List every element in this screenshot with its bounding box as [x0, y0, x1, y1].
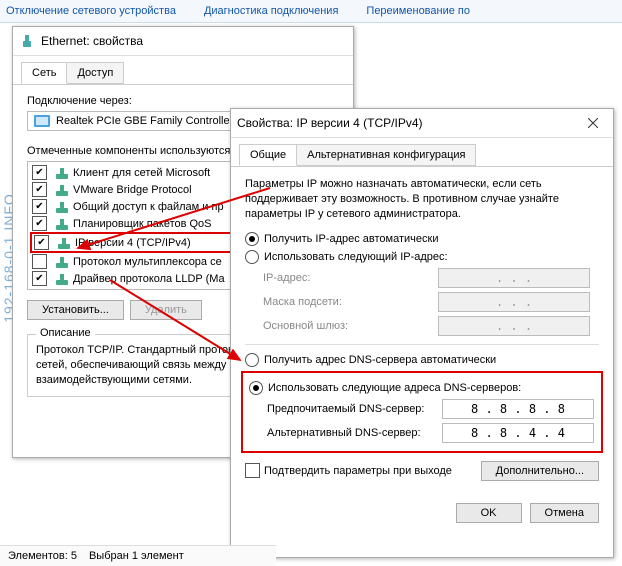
checkbox[interactable] [32, 165, 47, 180]
dns-manual-row[interactable]: Использовать следующие адреса DNS-сервер… [249, 381, 595, 395]
dns-auto-label: Получить адрес DNS-сервера автоматически [264, 354, 496, 366]
install-button[interactable]: Установить... [27, 300, 124, 320]
close-button[interactable] [573, 109, 613, 137]
subnet-mask-label: Маска подсети: [263, 296, 438, 308]
status-selected: Выбран 1 элемент [89, 550, 184, 562]
cmd-disable[interactable]: Отключение сетевого устройства [6, 5, 176, 17]
remove-button: Удалить [130, 300, 202, 320]
ip-address-label: IP-адрес: [263, 272, 438, 284]
status-bar: Элементов: 5 Выбран 1 элемент [0, 545, 276, 566]
ip-manual-label: Использовать следующий IP-адрес: [264, 251, 448, 263]
dns-alt-field[interactable]: 8 . 8 . 4 . 4 [442, 423, 594, 443]
advanced-button[interactable]: Дополнительно... [481, 461, 599, 481]
gateway-field: . . . [438, 316, 590, 336]
checkbox[interactable] [32, 216, 47, 231]
description-label: Описание [36, 327, 95, 339]
validate-on-exit[interactable]: Подтвердить параметры при выходе [245, 463, 452, 478]
item-label: IP версии 4 (TCP/IPv4) [75, 237, 191, 249]
protocol-icon [55, 183, 69, 197]
connect-via-label: Подключение через: [27, 95, 339, 107]
checkbox[interactable] [32, 182, 47, 197]
checkbox[interactable] [32, 254, 47, 269]
cmd-rename[interactable]: Переименование по [366, 5, 470, 17]
titlebar: Свойства: IP версии 4 (TCP/IPv4) [231, 109, 613, 138]
item-label: Протокол мультиплексора се [73, 256, 222, 268]
item-label: VMware Bridge Protocol [73, 184, 192, 196]
ok-button[interactable]: OK [456, 503, 522, 523]
checkbox[interactable] [34, 235, 49, 250]
adapter-name: Realtek PCIe GBE Family Controller [56, 115, 233, 127]
ipv4-properties-dialog: Свойства: IP версии 4 (TCP/IPv4) Общие А… [230, 108, 614, 558]
dns-alt-label: Альтернативный DNS-сервер: [267, 427, 442, 439]
protocol-icon [55, 272, 69, 286]
radio-dns-manual[interactable] [249, 381, 263, 395]
protocol-icon [55, 200, 69, 214]
validate-label: Подтвердить параметры при выходе [264, 465, 452, 477]
tab-general[interactable]: Общие [239, 144, 297, 166]
tab-network[interactable]: Сеть [21, 62, 67, 84]
radio-ip-manual[interactable] [245, 250, 259, 264]
checkbox[interactable] [32, 199, 47, 214]
radio-ip-auto[interactable] [245, 232, 259, 246]
dialog-title: Свойства: IP версии 4 (TCP/IPv4) [237, 116, 573, 130]
tab-access[interactable]: Доступ [66, 62, 124, 84]
cancel-button[interactable]: Отмена [530, 503, 599, 523]
dns-pref-field[interactable]: 8 . 8 . 8 . 8 [442, 399, 594, 419]
ethernet-icon [19, 33, 35, 49]
protocol-icon [55, 217, 69, 231]
dialog-title: Ethernet: свойства [41, 34, 347, 48]
ip-auto-row[interactable]: Получить IP-адрес автоматически [245, 232, 599, 246]
subnet-mask-field: . . . [438, 292, 590, 312]
explorer-command-bar: Отключение сетевого устройства Диагности… [0, 0, 622, 23]
tab-alternate[interactable]: Альтернативная конфигурация [296, 144, 476, 166]
item-label: Клиент для сетей Microsoft [73, 167, 210, 179]
protocol-icon [57, 236, 71, 250]
dns-auto-row[interactable]: Получить адрес DNS-сервера автоматически [245, 353, 599, 367]
item-label: Общий доступ к файлам и пр [73, 201, 224, 213]
validate-checkbox[interactable] [245, 463, 260, 478]
nic-icon [34, 115, 50, 127]
status-count: Элементов: 5 [8, 550, 77, 562]
checkbox[interactable] [32, 271, 47, 286]
intro-text: Параметры IP можно назначать автоматичес… [245, 177, 599, 222]
titlebar: Ethernet: свойства [13, 27, 353, 56]
tabs: Сеть Доступ [13, 56, 353, 85]
ip-address-field: . . . [438, 268, 590, 288]
dns-pref-label: Предпочитаемый DNS-сервер: [267, 403, 442, 415]
protocol-icon [55, 166, 69, 180]
item-label: Драйвер протокола LLDP (Ма [73, 273, 225, 285]
close-icon [588, 118, 598, 128]
ip-manual-row[interactable]: Использовать следующий IP-адрес: [245, 250, 599, 264]
cmd-diagnose[interactable]: Диагностика подключения [204, 5, 338, 17]
item-label: Планировщик пакетов QoS [73, 218, 212, 230]
tabs: Общие Альтернативная конфигурация [231, 138, 613, 167]
radio-dns-auto[interactable] [245, 353, 259, 367]
ip-auto-label: Получить IP-адрес автоматически [264, 233, 438, 245]
protocol-icon [55, 255, 69, 269]
dns-manual-label: Использовать следующие адреса DNS-сервер… [268, 382, 521, 394]
gateway-label: Основной шлюз: [263, 320, 438, 332]
